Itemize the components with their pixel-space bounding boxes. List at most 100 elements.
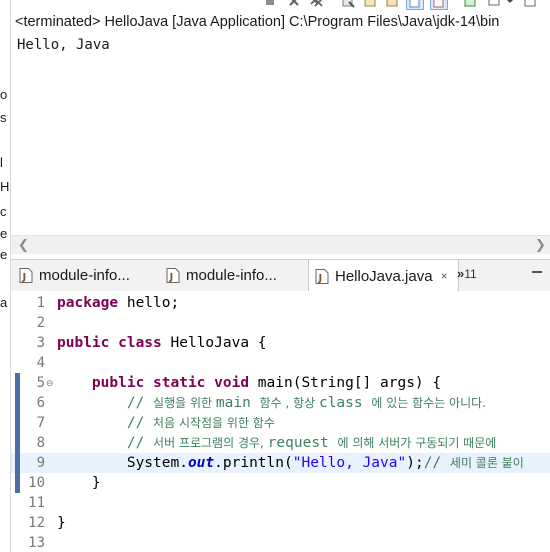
code-token: 함수 , 항상 xyxy=(259,396,319,410)
code-token: main(String[] args) { xyxy=(257,375,442,391)
code-token: 실행을 위한 xyxy=(153,396,216,410)
new-console-icon[interactable] xyxy=(523,0,537,8)
code-line[interactable]: 13 xyxy=(11,533,550,552)
change-ruler xyxy=(15,413,20,433)
code-line[interactable]: 6 // 실행을 위한 main 함수 , 항상 class 에 있는 함수는 … xyxy=(11,393,550,413)
line-number: 9 xyxy=(36,455,45,471)
code-token: main xyxy=(215,395,260,411)
scroll-lock-icon[interactable] xyxy=(363,0,377,8)
code-token: hello; xyxy=(126,295,180,311)
scroll-right-icon[interactable]: ❯ xyxy=(535,236,546,254)
code-line[interactable]: 11 xyxy=(11,493,550,513)
tab-module-info-1[interactable]: J module-info... xyxy=(19,260,130,291)
code-line[interactable]: 9 System.out.println("Hello, Java");// 세… xyxy=(11,453,550,473)
code-token: HelloJava { xyxy=(170,335,267,351)
fold-toggle-icon[interactable]: ⊖ xyxy=(46,378,54,389)
code-line[interactable]: 1 package hello; xyxy=(11,293,550,313)
show-on-error-icon[interactable] xyxy=(430,0,448,10)
code-token: "Hello, Java" xyxy=(292,455,407,471)
code-line[interactable]: 12} xyxy=(11,513,550,533)
terminate-icon[interactable] xyxy=(263,0,277,8)
line-number: 5 xyxy=(36,375,45,391)
word-wrap-icon[interactable] xyxy=(385,0,399,8)
console-toolbar xyxy=(11,0,550,12)
change-ruler xyxy=(15,353,20,373)
package-explorer-strip: oslHceea xyxy=(0,0,11,552)
tab-label: module-info... xyxy=(39,267,130,284)
code-line[interactable]: 4 xyxy=(11,353,550,373)
close-icon[interactable]: × xyxy=(441,269,448,283)
explorer-text-fragment: e xyxy=(0,247,8,262)
scroll-left-icon[interactable]: ❮ xyxy=(18,236,29,254)
code-token: // xyxy=(126,415,154,431)
change-ruler xyxy=(15,513,20,533)
code-token: .println( xyxy=(214,455,293,471)
explorer-text-fragment: e xyxy=(0,226,8,241)
display-console-icon[interactable] xyxy=(487,0,501,8)
explorer-text-fragment: s xyxy=(0,110,7,125)
code-line[interactable]: 10 } xyxy=(11,473,550,493)
code-token: out xyxy=(187,455,215,471)
line-number: 8 xyxy=(36,435,45,451)
line-number: 3 xyxy=(36,335,45,351)
code-text: // 처음 시작점을 위한 함수 xyxy=(57,413,275,433)
code-token: } xyxy=(57,475,101,491)
change-ruler xyxy=(15,313,20,333)
code-text: } xyxy=(57,473,101,493)
change-ruler xyxy=(15,373,20,393)
line-number: 12 xyxy=(28,515,45,531)
change-ruler xyxy=(15,493,20,513)
console-view: <terminated> HelloJava [Java Application… xyxy=(11,0,550,258)
code-line[interactable]: 8 // 서버 프로그램의 경우, request 에 의해 서버가 구동되기 … xyxy=(11,433,550,453)
svg-text:J: J xyxy=(22,272,27,283)
code-token: class xyxy=(118,335,171,351)
code-text: // 실행을 위한 main 함수 , 항상 class 에 있는 함수는 아니… xyxy=(57,393,486,413)
chevron-down-icon[interactable] xyxy=(505,0,515,8)
code-editor[interactable]: 1 package hello; 2 3 public class HelloJava … xyxy=(11,291,550,552)
show-on-output-icon[interactable] xyxy=(406,0,424,10)
code-token: 에 의해 서버가 구동되기 때문에 xyxy=(337,436,497,450)
change-ruler xyxy=(15,453,20,473)
code-line[interactable]: 3 public class HelloJava { xyxy=(11,333,550,353)
code-text: package hello; xyxy=(57,293,179,313)
line-number: 2 xyxy=(36,315,45,331)
java-file-icon: J xyxy=(315,268,329,284)
code-token: } xyxy=(57,515,66,531)
code-text: // 서버 프로그램의 경우, request 에 의해 서버가 구동되기 때문… xyxy=(57,433,496,453)
tab-module-info-2[interactable]: J module-info... xyxy=(166,260,277,291)
code-token: // xyxy=(126,435,154,451)
line-number: 4 xyxy=(36,355,45,371)
tab-label: module-info... xyxy=(186,267,277,284)
code-line[interactable]: 5 ⊖ public static void main(String[] args… xyxy=(11,373,550,393)
code-token: // xyxy=(423,455,450,471)
remove-all-icon[interactable] xyxy=(309,0,323,8)
code-line[interactable]: 7 // 처음 시작점을 위한 함수 xyxy=(11,413,550,433)
code-token: System. xyxy=(57,455,188,471)
code-token: static xyxy=(153,375,215,391)
code-token: 서버 프로그램의 경우, xyxy=(153,436,268,450)
explorer-text-fragment: l xyxy=(0,155,3,170)
minimize-icon[interactable] xyxy=(532,271,542,273)
code-token: package xyxy=(57,295,127,311)
change-ruler xyxy=(15,433,20,453)
code-line[interactable]: 2 xyxy=(11,313,550,333)
line-number: 13 xyxy=(28,535,45,551)
tab-hellojava[interactable]: J HelloJava.java × xyxy=(308,260,459,292)
remove-launch-icon[interactable] xyxy=(287,0,301,8)
line-number: 6 xyxy=(36,395,45,411)
console-output[interactable]: Hello, Java xyxy=(17,37,110,53)
code-text: System.out.println("Hello, Java");// 세미 … xyxy=(57,453,524,473)
code-text: public static void main(String[] args) { xyxy=(57,373,441,393)
code-token: void xyxy=(214,375,258,391)
clear-console-icon[interactable] xyxy=(341,0,355,8)
svg-text:J: J xyxy=(169,272,174,283)
change-ruler xyxy=(15,533,20,552)
horizontal-scrollbar[interactable]: ❮ ❯ xyxy=(11,235,550,254)
pin-console-icon[interactable] xyxy=(463,0,477,8)
line-number: 7 xyxy=(36,415,45,431)
code-token: ); xyxy=(406,455,424,471)
tab-overflow[interactable]: »11 xyxy=(457,266,477,281)
